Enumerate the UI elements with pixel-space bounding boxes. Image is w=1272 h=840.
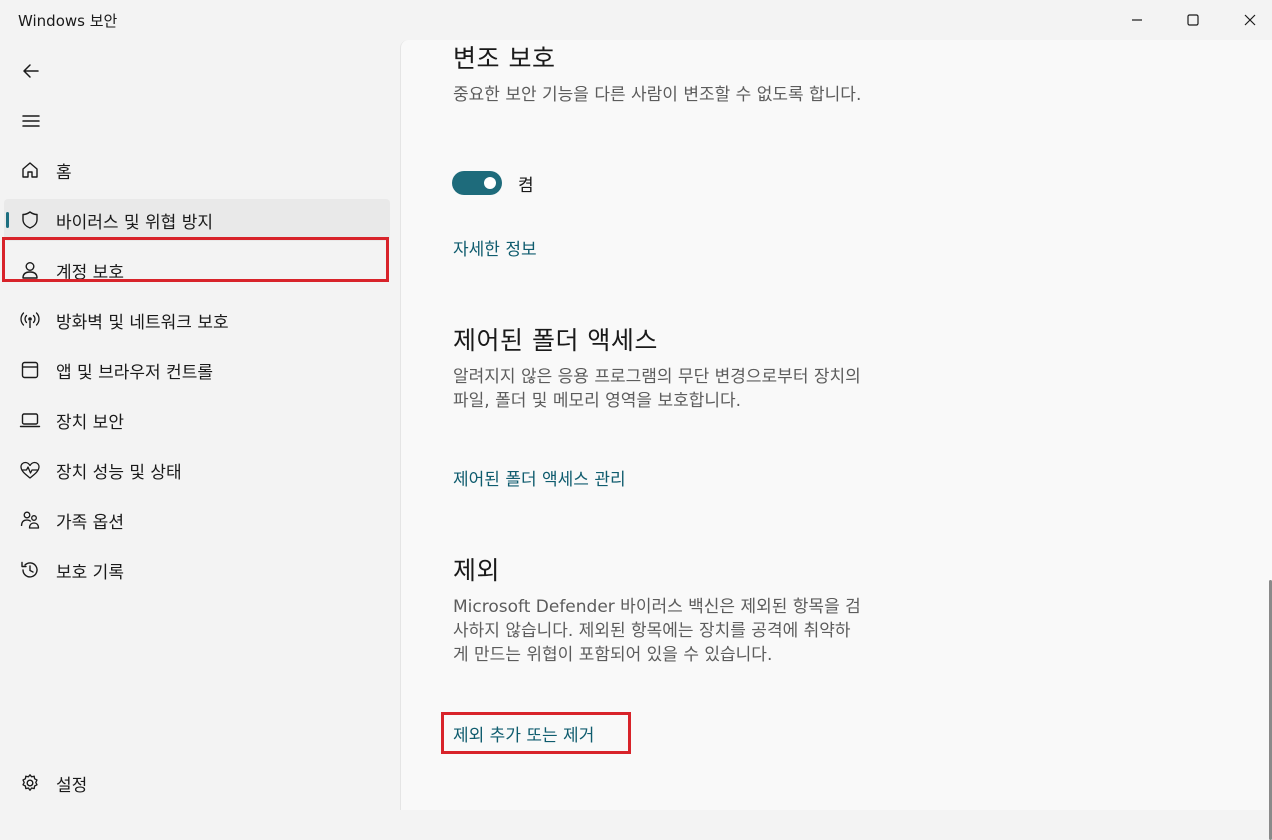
sidebar-item-family-options[interactable]: 가족 옵션 [4, 499, 390, 541]
history-icon [4, 549, 56, 591]
sidebar-item-label: 계정 보호 [56, 262, 124, 283]
exclusions-title: 제외 [453, 556, 501, 585]
add-remove-exclusions-link[interactable]: 제외 추가 또는 제거 [453, 721, 594, 746]
sidebar-item-label: 장치 성능 및 상태 [56, 462, 182, 483]
tamper-protection-title: 변조 보호 [453, 44, 556, 73]
learn-more-link[interactable]: 자세한 정보 [453, 235, 537, 260]
back-arrow-icon [23, 64, 39, 78]
sidebar-item-protection-history[interactable]: 보호 기록 [4, 549, 390, 591]
main-content: 변조 보호 중요한 보안 기능을 다른 사람이 변조할 수 없도록 합니다. 켬… [400, 40, 1272, 840]
hamburger-menu-icon [22, 115, 40, 127]
sidebar-item-label: 방화벽 및 네트워크 보호 [56, 312, 229, 333]
sidebar-item-firewall[interactable]: 방화벽 및 네트워크 보호 [4, 299, 390, 341]
family-icon [4, 499, 56, 541]
navigation-pane: 홈 바이러스 및 위협 방지 계정 보호 방화벽 및 네트워크 보호 앱 및 브… [0, 40, 400, 810]
sidebar-item-label: 바이러스 및 위협 방지 [56, 212, 213, 233]
sidebar-item-settings[interactable]: 설정 [4, 762, 390, 804]
sidebar-item-home[interactable]: 홈 [4, 149, 390, 191]
maximize-icon [1187, 14, 1199, 26]
close-icon [1244, 14, 1256, 26]
sidebar-item-label: 홈 [56, 162, 72, 183]
sidebar-item-label: 가족 옵션 [56, 512, 124, 533]
settings-label: 설정 [56, 775, 88, 796]
manage-controlled-folder-access-link[interactable]: 제어된 폴더 액세스 관리 [453, 465, 626, 490]
maximize-button[interactable] [1165, 0, 1221, 40]
tamper-protection-description: 중요한 보안 기능을 다른 사람이 변조할 수 없도록 합니다. [453, 85, 862, 105]
minimize-icon [1132, 19, 1142, 21]
toggle-state-label: 켬 [518, 176, 534, 196]
app-window-icon [4, 349, 56, 391]
sidebar-item-label: 장치 보안 [56, 412, 124, 433]
sidebar-item-device-security[interactable]: 장치 보안 [4, 399, 390, 441]
sidebar-item-app-browser-control[interactable]: 앱 및 브라우저 컨트롤 [4, 349, 390, 391]
close-button[interactable] [1222, 0, 1272, 40]
sidebar-item-label: 앱 및 브라우저 컨트롤 [56, 362, 213, 383]
minimize-button[interactable] [1109, 0, 1165, 40]
person-icon [4, 249, 56, 291]
sidebar-item-virus-threat-protection[interactable]: 바이러스 및 위협 방지 [4, 199, 390, 241]
sidebar-item-device-performance[interactable]: 장치 성능 및 상태 [4, 449, 390, 491]
shield-icon [4, 199, 56, 241]
antenna-icon [4, 299, 56, 341]
exclusions-description: Microsoft Defender 바이러스 백신은 제외된 항목을 검사하지… [453, 597, 861, 665]
home-icon [4, 149, 56, 191]
gear-icon [4, 762, 56, 804]
title-bar: Windows 보안 [0, 0, 1272, 40]
tamper-protection-toggle[interactable] [452, 171, 502, 195]
heart-pulse-icon [4, 449, 56, 491]
controlled-folder-access-description: 알려지지 않은 응용 프로그램의 무단 변경으로부터 장치의 파일, 폴더 및 … [453, 367, 861, 411]
controlled-folder-access-title: 제어된 폴더 액세스 [453, 326, 658, 355]
back-button[interactable] [14, 54, 48, 88]
sidebar-item-account-protection[interactable]: 계정 보호 [4, 249, 390, 291]
menu-button[interactable] [14, 104, 48, 138]
laptop-icon [4, 399, 56, 441]
sidebar-item-label: 보호 기록 [56, 562, 124, 583]
window-title: Windows 보안 [18, 12, 118, 30]
